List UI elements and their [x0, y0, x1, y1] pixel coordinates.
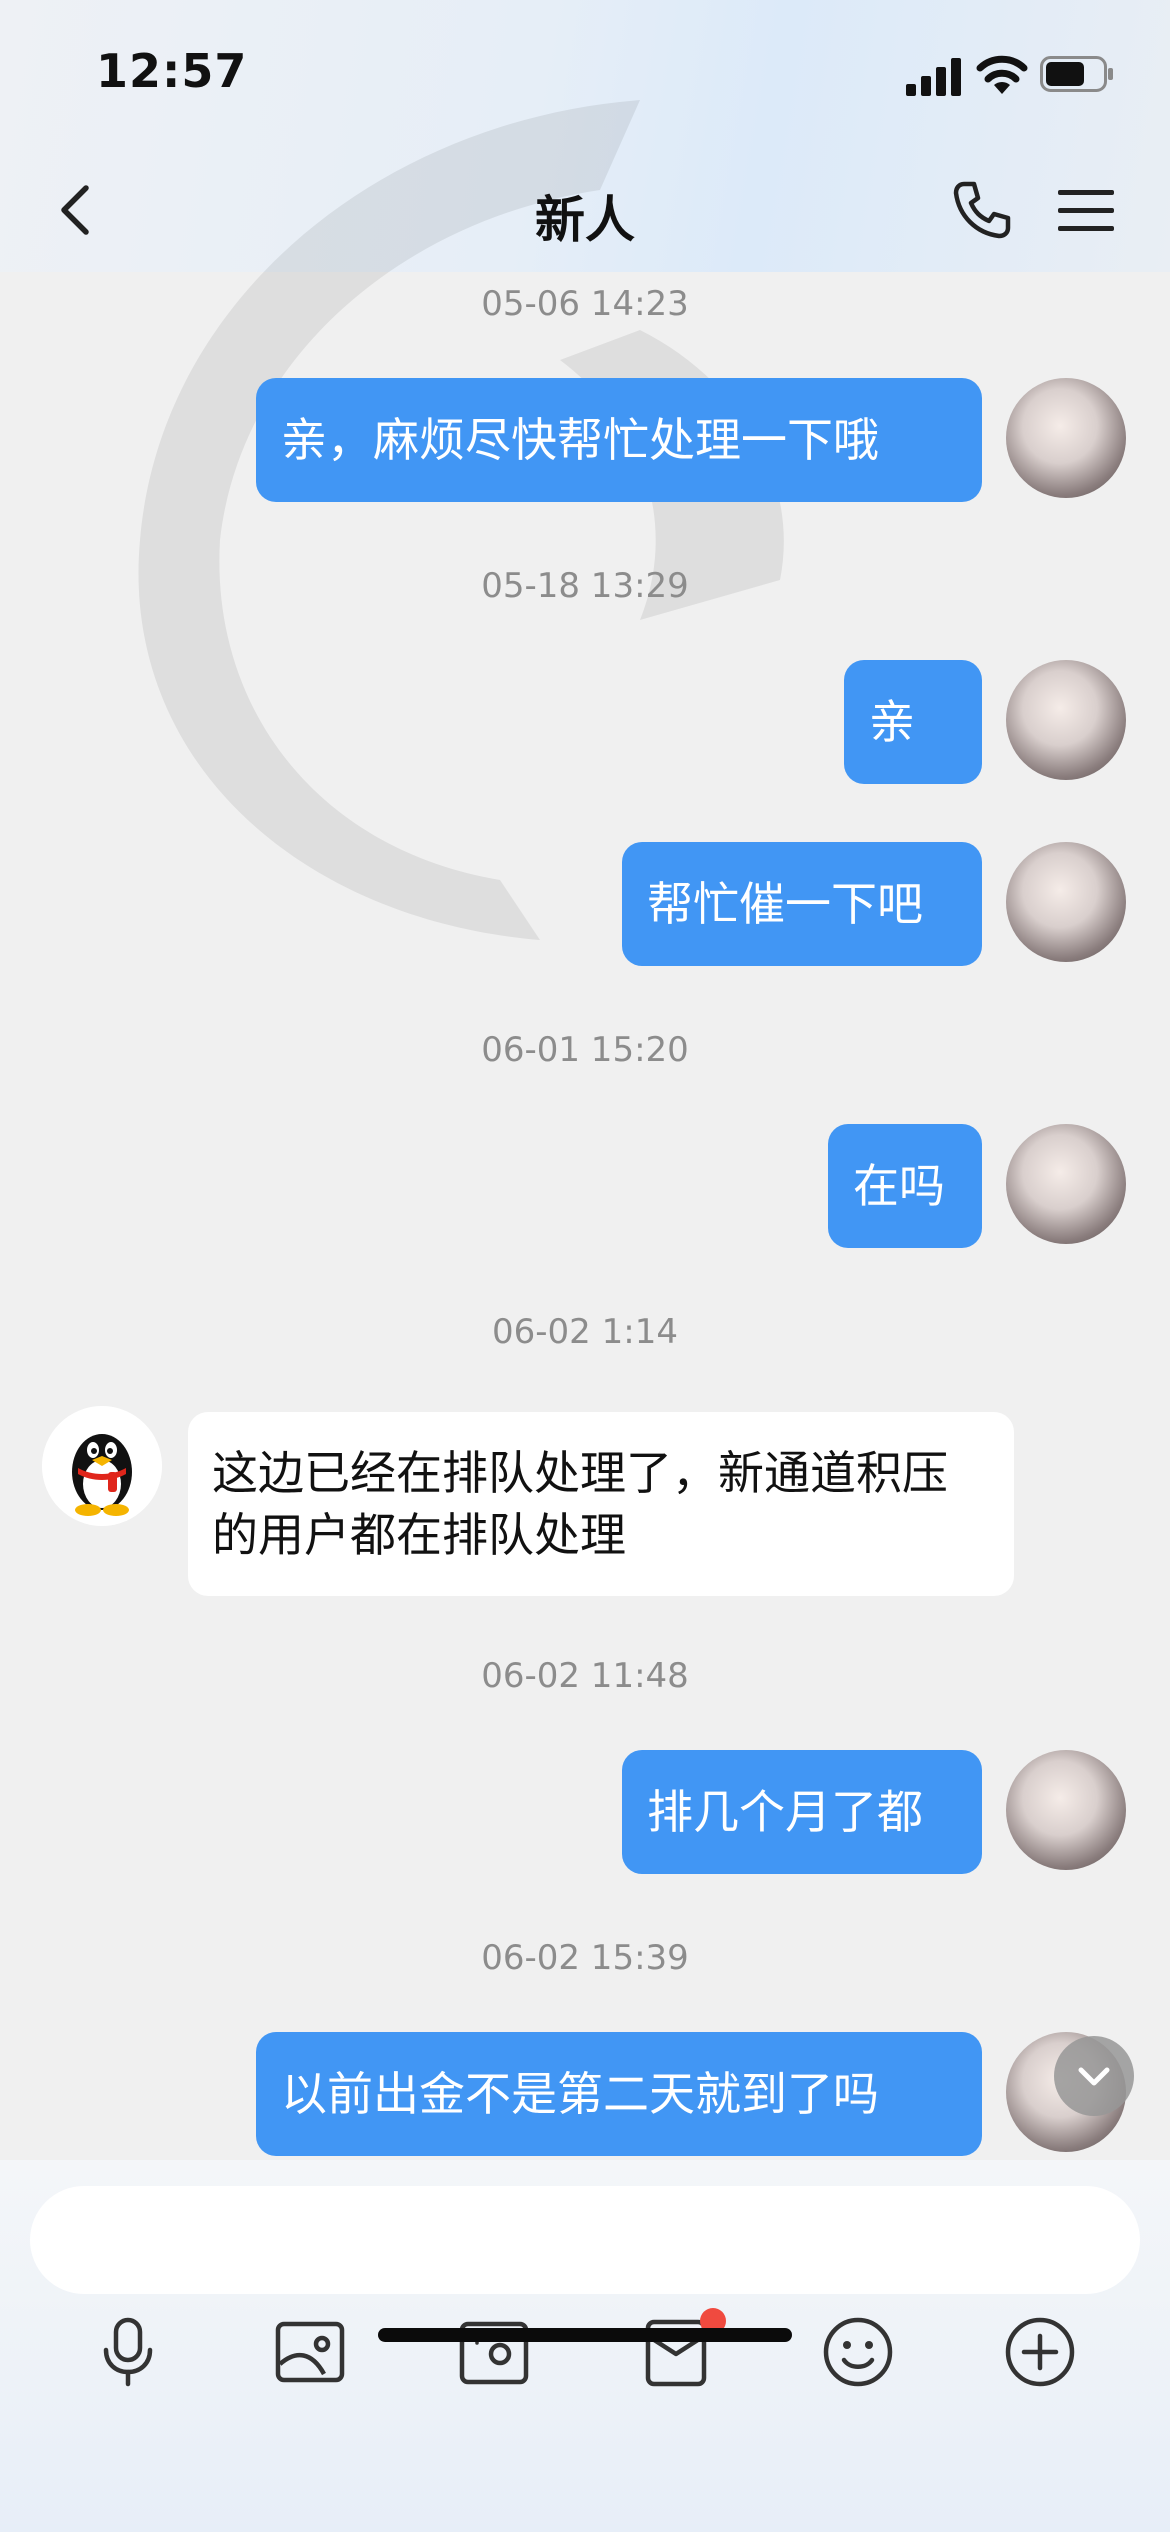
- outgoing-message[interactable]: 亲: [844, 660, 982, 784]
- outgoing-message[interactable]: 在吗: [828, 1124, 982, 1248]
- message-timestamp: 06-02 15:39: [481, 1938, 689, 1978]
- message-list[interactable]: 05-06 14:23 亲，麻烦尽快帮忙处理一下哦 05-18 13:29 亲 …: [0, 272, 1170, 2160]
- my-avatar[interactable]: [1006, 1750, 1126, 1870]
- home-indicator: [378, 2328, 792, 2342]
- message-timestamp: 05-18 13:29: [481, 566, 689, 606]
- phone-icon[interactable]: [950, 178, 1014, 242]
- scroll-to-bottom-button[interactable]: [1054, 2036, 1134, 2116]
- my-avatar[interactable]: [1006, 660, 1126, 780]
- penguin-icon: [42, 1406, 162, 1526]
- composer-bar: [0, 2160, 1170, 2532]
- clock: 12:57: [96, 44, 248, 98]
- message-timestamp: 06-02 1:14: [492, 1312, 678, 1352]
- microphone-icon[interactable]: [88, 2312, 168, 2392]
- status-bar: 12:57: [0, 0, 1170, 150]
- outgoing-message[interactable]: 以前出金不是第二天就到了吗: [256, 2032, 982, 2156]
- message-timestamp: 06-02 11:48: [481, 1656, 689, 1696]
- message-timestamp: 06-01 15:20: [481, 1030, 689, 1070]
- outgoing-message[interactable]: 帮忙催一下吧: [622, 842, 982, 966]
- wifi-icon: [976, 55, 1028, 94]
- emoji-icon[interactable]: [818, 2312, 898, 2392]
- image-icon[interactable]: [270, 2312, 350, 2392]
- outgoing-message[interactable]: 排几个月了都: [622, 1750, 982, 1874]
- battery-icon: [1040, 56, 1113, 92]
- my-avatar[interactable]: [1006, 1124, 1126, 1244]
- outgoing-message[interactable]: 亲，麻烦尽快帮忙处理一下哦: [256, 378, 982, 502]
- message-timestamp: 05-06 14:23: [481, 284, 689, 324]
- incoming-message[interactable]: 这边已经在排队处理了，新通道积压的用户都在排队处理: [188, 1412, 1014, 1596]
- navigation-bar: 新人: [0, 150, 1170, 270]
- cellular-signal-icon: [906, 58, 961, 96]
- my-avatar[interactable]: [1006, 378, 1126, 498]
- plus-icon[interactable]: [1000, 2312, 1080, 2392]
- chevron-down-icon: [1078, 2067, 1110, 2086]
- camera-icon[interactable]: [454, 2312, 534, 2392]
- my-avatar[interactable]: [1006, 842, 1126, 962]
- menu-icon[interactable]: [1056, 180, 1116, 240]
- message-input[interactable]: [30, 2186, 1140, 2294]
- contact-avatar[interactable]: [42, 1406, 162, 1526]
